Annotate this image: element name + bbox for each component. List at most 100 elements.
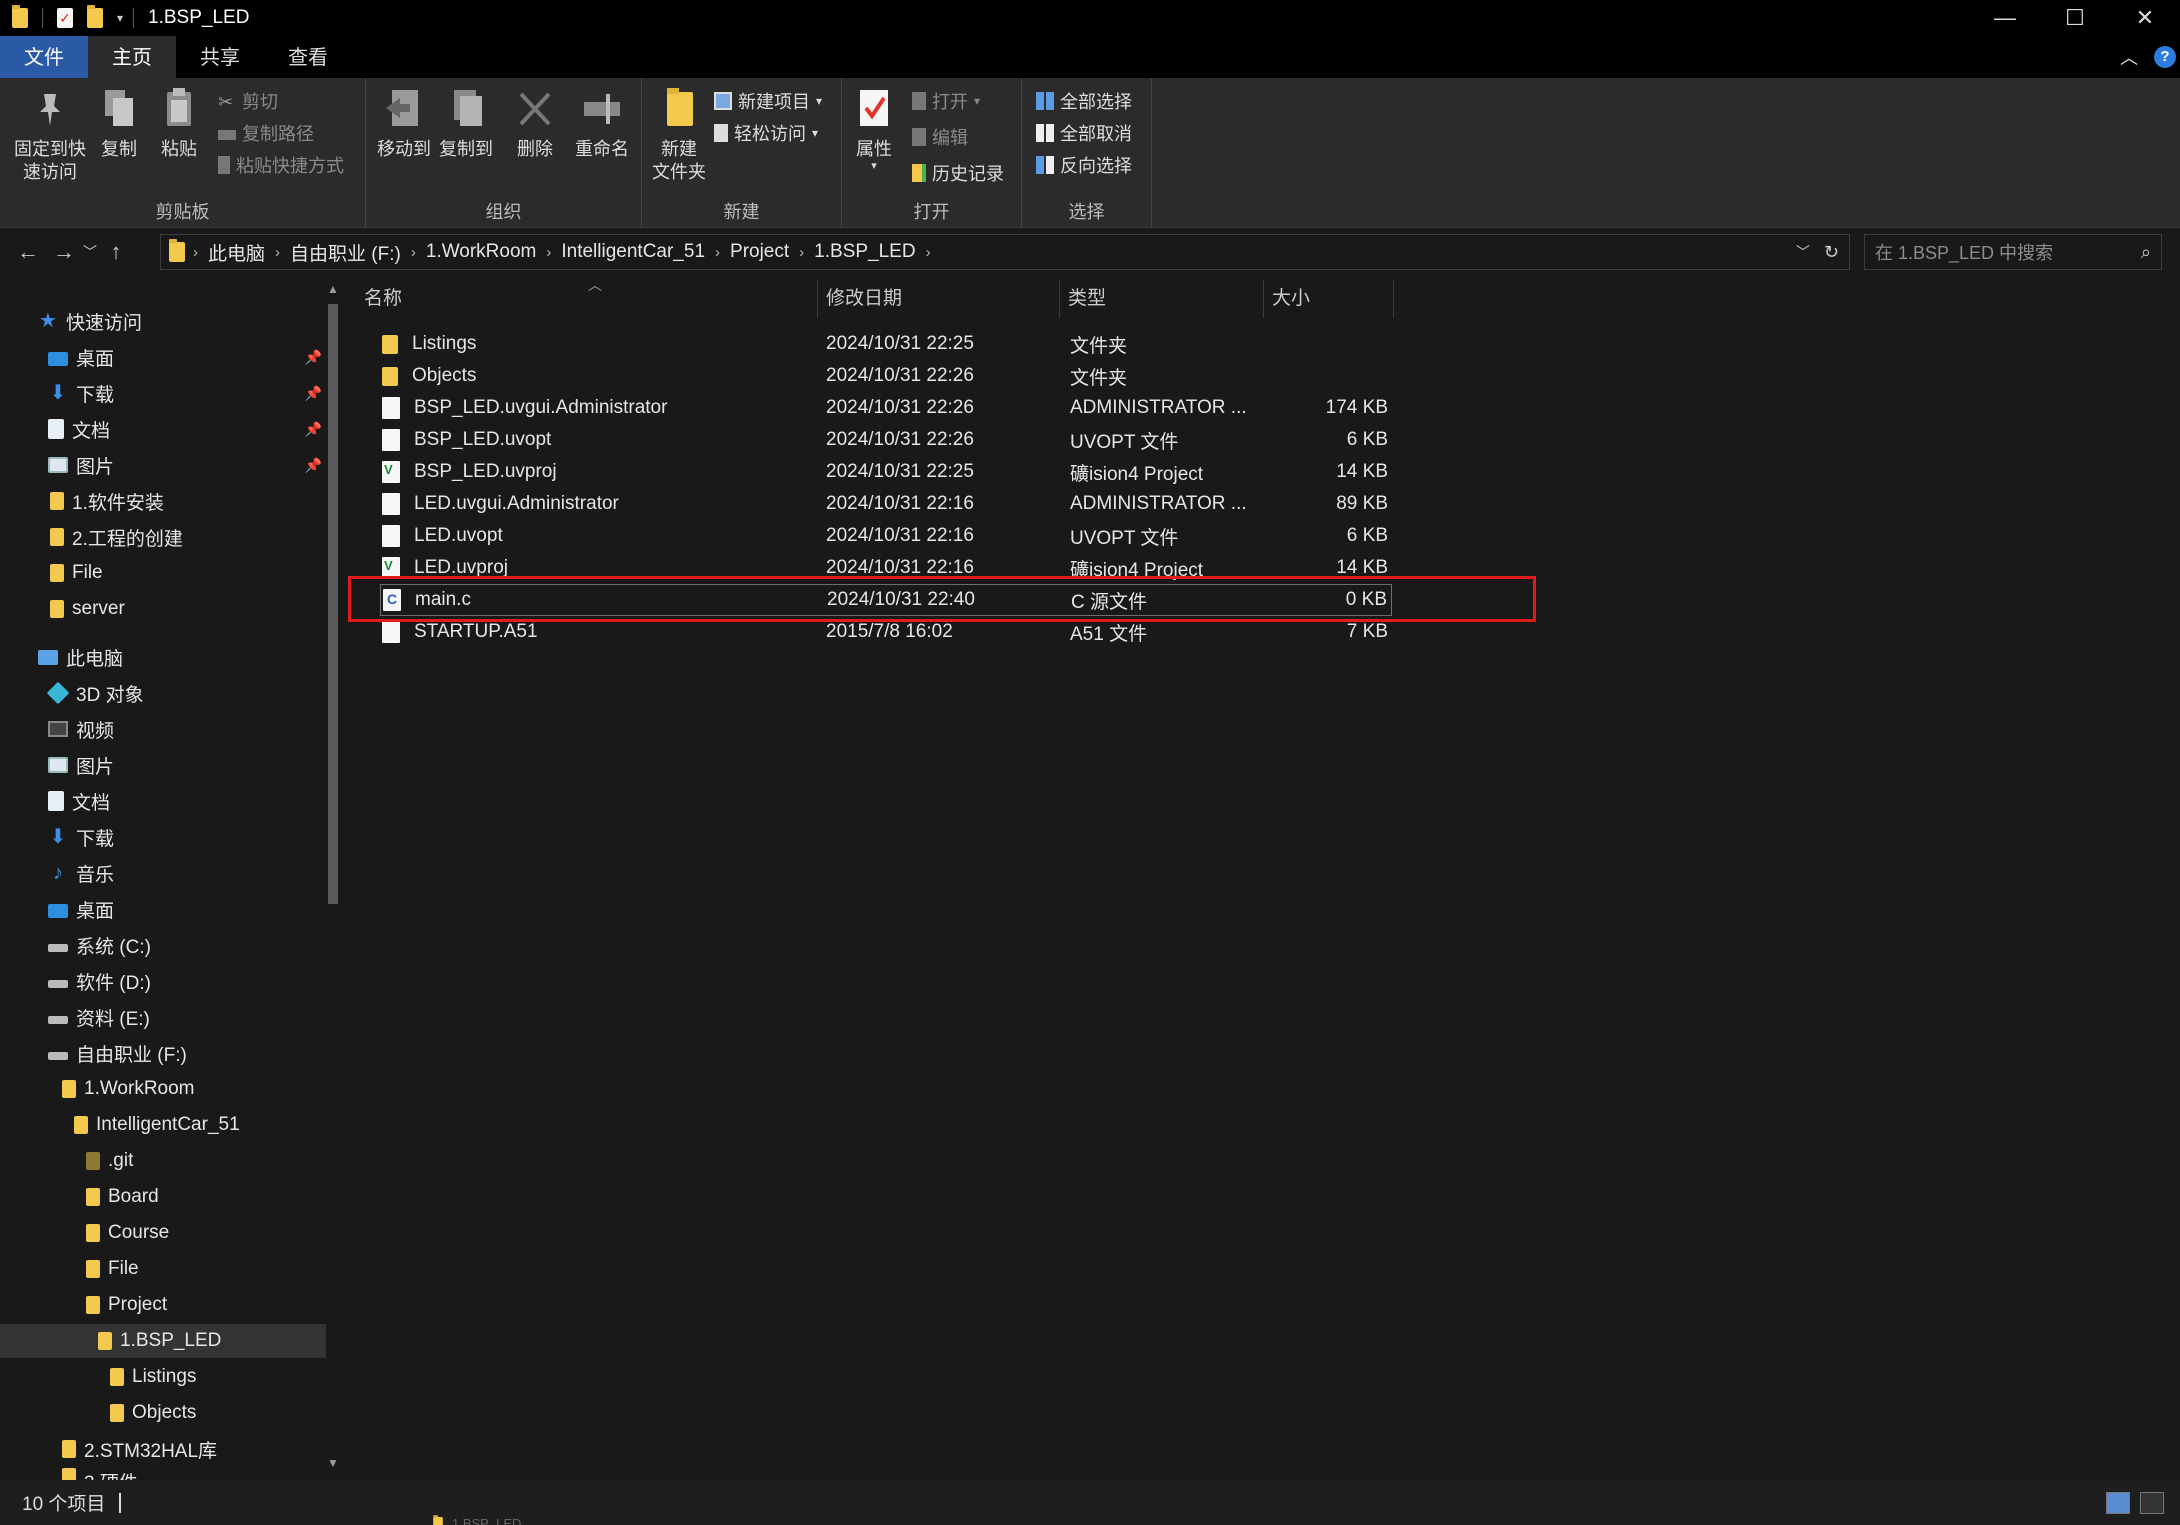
select-all-button[interactable]: 全部选择 (1036, 88, 1132, 114)
new-item-button[interactable]: 新建项目 ▾ (714, 88, 822, 114)
nav-item-desktop[interactable]: 桌面 📌 (0, 340, 326, 374)
column-header-date[interactable]: 修改日期 (818, 280, 1060, 318)
forward-arrow-icon[interactable]: → (46, 239, 82, 265)
nav-item-file[interactable]: File (0, 556, 326, 590)
copy-button[interactable]: 复制 (94, 86, 144, 161)
up-arrow-icon[interactable]: ↑ (98, 239, 134, 265)
new-folder-button[interactable]: 新建 文件夹 (646, 86, 712, 184)
nav-tree-board[interactable]: Board (0, 1180, 326, 1214)
nav-item-server[interactable]: server (0, 592, 326, 626)
nav-quick-access[interactable]: ★ 快速访问 (0, 304, 326, 338)
copy-to-button[interactable]: 复制到 (436, 86, 496, 161)
maximize-button[interactable]: ☐ (2040, 0, 2110, 36)
nav-scrollbar[interactable]: ▲ ▼ (326, 280, 340, 1470)
column-header-size[interactable]: 大小 (1264, 280, 1394, 318)
easy-access-button[interactable]: 轻松访问 ▾ (714, 120, 818, 146)
collapse-ribbon-icon[interactable]: ︿ (2120, 44, 2138, 70)
details-view-icon[interactable] (2106, 1491, 2130, 1514)
large-icons-view-icon[interactable] (2140, 1491, 2164, 1514)
select-none-button[interactable]: 全部取消 (1036, 120, 1132, 146)
delete-button[interactable]: 删除 (510, 86, 560, 161)
tab-file[interactable]: 文件 (0, 36, 88, 78)
nav-item-pictures[interactable]: 图片 📌 (0, 448, 326, 482)
breadcrumb-workroom[interactable]: 1.WorkRoom (416, 241, 547, 263)
nav-tree-hardware[interactable]: 3.硬件 (0, 1468, 326, 1480)
file-row[interactable]: BSP_LED.uvopt 2024/10/31 22:26 UVOPT 文件 … (370, 424, 1750, 456)
nav-item-project-creation[interactable]: 2.工程的创建 (0, 520, 326, 554)
back-arrow-icon[interactable]: ← (10, 239, 46, 265)
nav-item-desktop-pc[interactable]: 桌面 (0, 892, 326, 926)
file-row[interactable]: LED.uvgui.Administrator 2024/10/31 22:16… (370, 488, 1750, 520)
properties-button[interactable]: 属性 ▾ (848, 86, 900, 172)
nav-item-music[interactable]: ♪ 音乐 (0, 856, 326, 890)
edit-button[interactable]: 编辑 (912, 124, 968, 150)
nav-item-videos[interactable]: 视频 (0, 712, 326, 746)
file-row[interactable]: STARTUP.A51 2015/7/8 16:02 A51 文件 7 KB (370, 616, 1750, 648)
nav-tree-git[interactable]: .git (0, 1144, 326, 1178)
nav-item-pictures-pc[interactable]: 图片 (0, 748, 326, 782)
refresh-icon[interactable]: ↻ (1824, 242, 1839, 263)
history-button[interactable]: 历史记录 (912, 160, 1004, 186)
minimize-button[interactable]: — (1970, 0, 2040, 36)
address-bar[interactable]: › 此电脑 › 自由职业 (F:) › 1.WorkRoom › Intelli… (160, 234, 1850, 270)
invert-selection-button[interactable]: 反向选择 (1036, 152, 1132, 178)
nav-scrollbar-thumb[interactable] (328, 304, 338, 904)
breadcrumb-intelligentcar[interactable]: IntelligentCar_51 (551, 241, 715, 263)
properties-quick-icon[interactable]: ✓ (57, 8, 73, 28)
rename-button[interactable]: 重命名 (570, 86, 634, 161)
chevron-right-icon[interactable]: › (926, 244, 931, 261)
nav-tree-listings[interactable]: Listings (0, 1360, 326, 1394)
tab-share[interactable]: 共享 (176, 36, 264, 78)
new-folder-quick-icon[interactable] (87, 5, 103, 28)
nav-item-downloads[interactable]: ⬇ 下载 📌 (0, 376, 326, 410)
file-row[interactable]: BSP_LED.uvgui.Administrator 2024/10/31 2… (370, 392, 1750, 424)
customize-toolbar-icon[interactable]: ▾ (117, 11, 123, 25)
nav-item-documents-pc[interactable]: 文档 (0, 784, 326, 818)
nav-item-3d-objects[interactable]: 3D 对象 (0, 676, 326, 710)
nav-tree-intelligentcar[interactable]: IntelligentCar_51 (0, 1108, 326, 1142)
scroll-down-icon[interactable]: ▼ (326, 1456, 340, 1470)
nav-tree-workroom[interactable]: 1.WorkRoom (0, 1072, 326, 1106)
search-icon[interactable]: ⌕ (2141, 242, 2151, 263)
nav-tree-course[interactable]: Course (0, 1216, 326, 1250)
tab-home[interactable]: 主页 (88, 36, 176, 78)
breadcrumb-drive-f[interactable]: 自由职业 (F:) (280, 239, 411, 266)
file-row[interactable]: BSP_LED.uvproj 2024/10/31 22:25 礦ision4 … (370, 456, 1750, 488)
close-button[interactable]: ✕ (2110, 0, 2180, 36)
file-row[interactable]: LED.uvproj 2024/10/31 22:16 礦ision4 Proj… (370, 552, 1750, 584)
column-header-type[interactable]: 类型 (1060, 280, 1264, 318)
scroll-up-icon[interactable]: ▲ (326, 282, 340, 296)
nav-tree-objects[interactable]: Objects (0, 1396, 326, 1430)
copy-path-button[interactable]: 复制路径 (218, 120, 314, 146)
nav-item-drive-f[interactable]: 自由职业 (F:) (0, 1036, 326, 1070)
recent-locations-chevron-icon[interactable]: ﹀ (82, 242, 98, 262)
nav-item-drive-e[interactable]: 资料 (E:) (0, 1000, 326, 1034)
column-header-name[interactable]: ︿ 名称 (356, 277, 818, 318)
nav-item-software-install[interactable]: 1.软件安装 (0, 484, 326, 518)
nav-tree-file[interactable]: File (0, 1252, 326, 1286)
nav-item-documents[interactable]: 文档 📌 (0, 412, 326, 446)
nav-tree-bsp-led[interactable]: 1.BSP_LED (0, 1324, 326, 1358)
search-input[interactable]: 在 1.BSP_LED 中搜索 ⌕ (1864, 234, 2162, 270)
address-history-chevron-icon[interactable]: ﹀ (1796, 242, 1810, 263)
breadcrumb-this-pc[interactable]: 此电脑 (198, 239, 275, 266)
open-button[interactable]: 打开 ▾ (912, 88, 980, 114)
nav-item-drive-d[interactable]: 软件 (D:) (0, 964, 326, 998)
move-to-button[interactable]: 移动到 (374, 86, 434, 161)
nav-this-pc[interactable]: 此电脑 (0, 640, 326, 674)
nav-tree-project[interactable]: Project (0, 1288, 326, 1322)
paste-button[interactable]: 粘贴 (154, 86, 204, 161)
breadcrumb-project[interactable]: Project (720, 241, 799, 263)
nav-item-downloads-pc[interactable]: ⬇ 下载 (0, 820, 326, 854)
pin-to-quick-access-button[interactable]: 固定到快 速访问 (8, 86, 92, 184)
paste-shortcut-button[interactable]: 粘贴快捷方式 (218, 152, 344, 178)
help-icon[interactable]: ? (2154, 46, 2176, 68)
nav-tree-stm32hal[interactable]: 2.STM32HAL库 (0, 1432, 326, 1466)
cut-button[interactable]: ✂ 剪切 (218, 88, 278, 114)
breadcrumb-bsp-led[interactable]: 1.BSP_LED (804, 241, 925, 263)
file-row[interactable]: Objects 2024/10/31 22:26 文件夹 (370, 360, 1750, 392)
file-row[interactable]: LED.uvopt 2024/10/31 22:16 UVOPT 文件 6 KB (370, 520, 1750, 552)
tab-view[interactable]: 查看 (264, 36, 352, 78)
file-row[interactable]: Listings 2024/10/31 22:25 文件夹 (370, 328, 1750, 360)
file-row-main-c[interactable]: main.c 2024/10/31 22:40 C 源文件 0 KB (380, 584, 1392, 616)
